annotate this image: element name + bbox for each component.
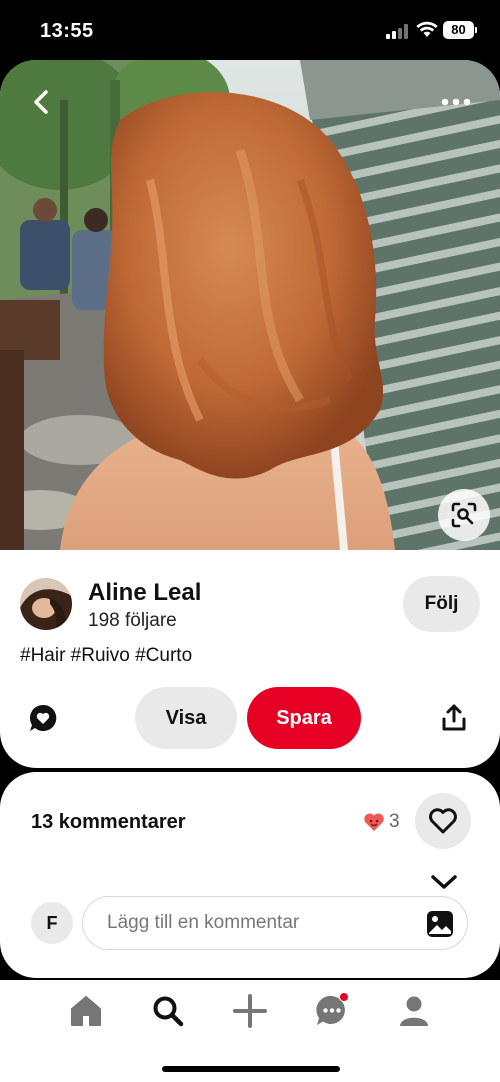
comment-input[interactable] xyxy=(107,897,417,949)
search-icon xyxy=(153,996,184,1027)
pin-hashtags[interactable]: #Hair #Ruivo #Curto xyxy=(20,645,192,667)
profile-icon xyxy=(400,996,428,1026)
comment-field xyxy=(82,896,468,950)
home-indicator xyxy=(162,1066,340,1072)
chevron-down-icon xyxy=(431,875,457,889)
visual-search-icon xyxy=(451,502,477,528)
comments-count[interactable]: 13 kommentarer xyxy=(31,811,186,834)
follower-count: 198 följare xyxy=(88,610,177,631)
visit-button[interactable]: Visa xyxy=(135,687,237,749)
commenter-avatar[interactable]: F xyxy=(31,902,73,944)
more-dots-icon xyxy=(441,98,471,106)
battery-level: 80 xyxy=(443,21,474,39)
bottom-nav xyxy=(0,980,500,1082)
nav-messages[interactable] xyxy=(314,992,350,1029)
more-button[interactable] xyxy=(436,90,476,114)
nav-create[interactable] xyxy=(232,993,268,1029)
chevron-left-icon xyxy=(34,90,48,114)
pin-card: Aline Leal 198 följare Följ #Hair #Ruivo… xyxy=(0,60,500,768)
comment-button[interactable] xyxy=(28,703,58,733)
reaction-summary[interactable]: 3 xyxy=(363,810,400,834)
avatar[interactable] xyxy=(20,578,72,630)
share-icon xyxy=(442,704,466,731)
pin-image[interactable] xyxy=(0,60,500,550)
comment-bubble-icon xyxy=(29,704,57,731)
like-button[interactable] xyxy=(415,793,471,849)
visual-search-button[interactable] xyxy=(438,489,490,541)
heart-face-icon xyxy=(364,813,384,831)
share-button[interactable] xyxy=(440,703,468,733)
pin-action-row: Visa Spara xyxy=(0,687,500,749)
home-icon xyxy=(71,996,101,1026)
save-button[interactable]: Spara xyxy=(247,687,361,749)
expand-comments-button[interactable] xyxy=(430,872,458,892)
nav-search[interactable] xyxy=(150,993,186,1029)
battery-icon: 80 xyxy=(443,21,477,39)
reaction-count: 3 xyxy=(389,811,400,832)
comments-card: 13 kommentarer 3 F xyxy=(0,772,500,978)
signal-icon xyxy=(386,24,410,39)
nav-home[interactable] xyxy=(68,993,104,1029)
creator-row: Aline Leal 198 följare Följ xyxy=(20,576,480,634)
heart-outline-icon xyxy=(429,808,457,834)
nav-profile[interactable] xyxy=(396,993,432,1029)
add-photo-button[interactable] xyxy=(426,910,454,938)
back-button[interactable] xyxy=(26,86,58,118)
plus-icon xyxy=(233,994,267,1028)
wifi-icon xyxy=(416,20,438,38)
status-time: 13:55 xyxy=(40,20,94,42)
follow-button[interactable]: Följ xyxy=(403,576,480,632)
notification-dot xyxy=(339,992,349,1002)
status-bar: 13:55 80 xyxy=(0,0,500,60)
creator-name[interactable]: Aline Leal xyxy=(88,579,201,607)
photo-icon xyxy=(427,911,453,937)
